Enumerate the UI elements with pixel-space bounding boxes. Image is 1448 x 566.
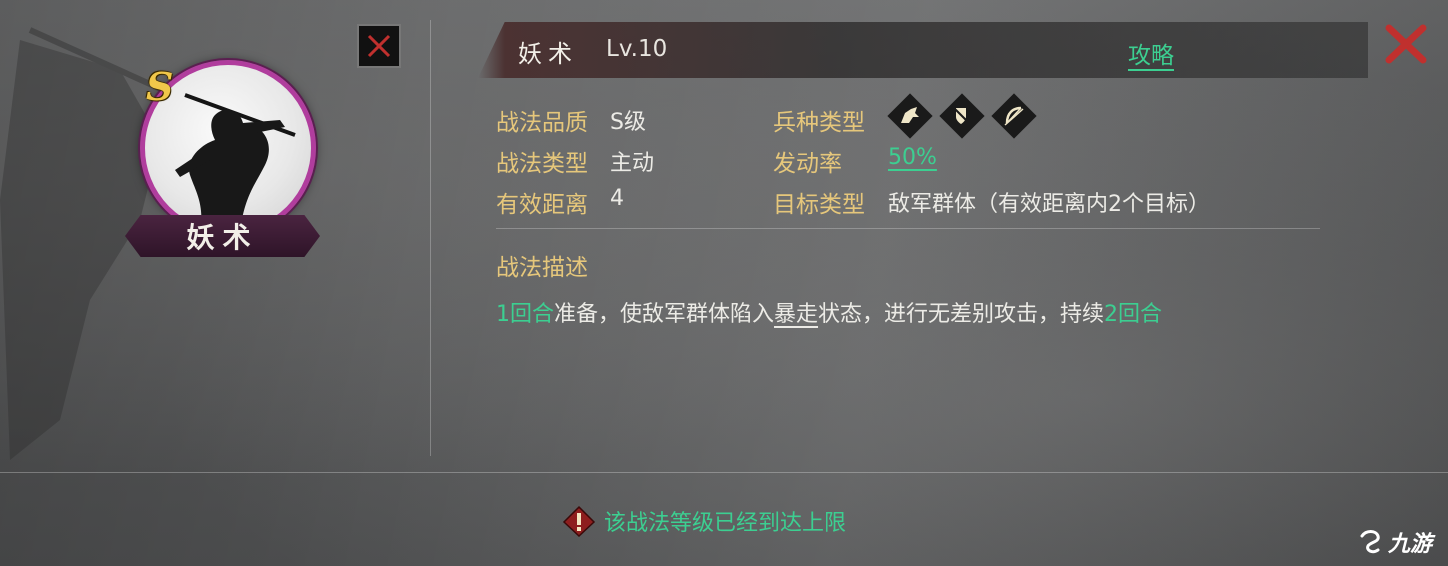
status-link[interactable]: 暴走 xyxy=(774,302,818,327)
prep-turns: 1回合 xyxy=(496,302,554,327)
target-value: 敌军群体（有效距离内2个目标） xyxy=(888,192,1210,217)
skill-name-banner-label: 妖术 xyxy=(186,221,259,254)
troop-type-icons xyxy=(887,93,1037,139)
close-button[interactable] xyxy=(1384,24,1428,64)
quality-label: 战法品质 xyxy=(496,110,588,136)
description-title: 战法描述 xyxy=(496,255,588,281)
troop-type-label: 兵种类型 xyxy=(773,110,865,136)
duration-turns: 2回合 xyxy=(1104,302,1163,327)
description-part-2: 状态，进行无差别攻击，持续 xyxy=(818,302,1105,327)
section-divider xyxy=(496,228,1320,229)
max-level-notice: 该战法等级已经到达上限 xyxy=(562,505,846,537)
range-label: 有效距离 xyxy=(496,192,588,218)
target-label: 目标类型 xyxy=(773,192,865,218)
archer-icon[interactable] xyxy=(991,93,1037,139)
footer-divider xyxy=(0,472,1448,473)
skill-level: Lv.10 xyxy=(606,36,668,62)
type-label: 战法类型 xyxy=(496,151,588,177)
guide-link[interactable]: 攻略 xyxy=(1128,36,1174,70)
cavalry-icon[interactable] xyxy=(887,93,933,139)
watermark-logo-icon xyxy=(1360,530,1380,554)
close-icon xyxy=(367,34,391,58)
close-button-small[interactable] xyxy=(357,24,401,68)
skill-name: 妖术 xyxy=(518,40,578,68)
skill-grade-badge: S xyxy=(146,64,174,109)
rate-value[interactable]: 50% xyxy=(888,145,937,170)
watermark-text: 九游 xyxy=(1388,532,1433,557)
watermark: 九游 xyxy=(1356,526,1432,558)
panel-divider xyxy=(430,20,431,456)
max-level-notice-text: 该战法等级已经到达上限 xyxy=(604,511,847,536)
skill-name-banner: 妖术 xyxy=(125,215,320,257)
warning-icon xyxy=(562,505,596,537)
quality-value: S级 xyxy=(610,110,646,135)
range-value: 4 xyxy=(610,186,624,211)
description-part-1: 准备，使敌军群体陷入 xyxy=(554,302,775,327)
close-x-icon xyxy=(1385,24,1427,64)
rate-label: 发动率 xyxy=(773,151,842,177)
type-value: 主动 xyxy=(610,151,655,176)
shield-infantry-icon[interactable] xyxy=(939,93,985,139)
description-text: 1回合准备，使敌军群体陷入暴走状态，进行无差别攻击，持续2回合 xyxy=(496,296,1162,328)
